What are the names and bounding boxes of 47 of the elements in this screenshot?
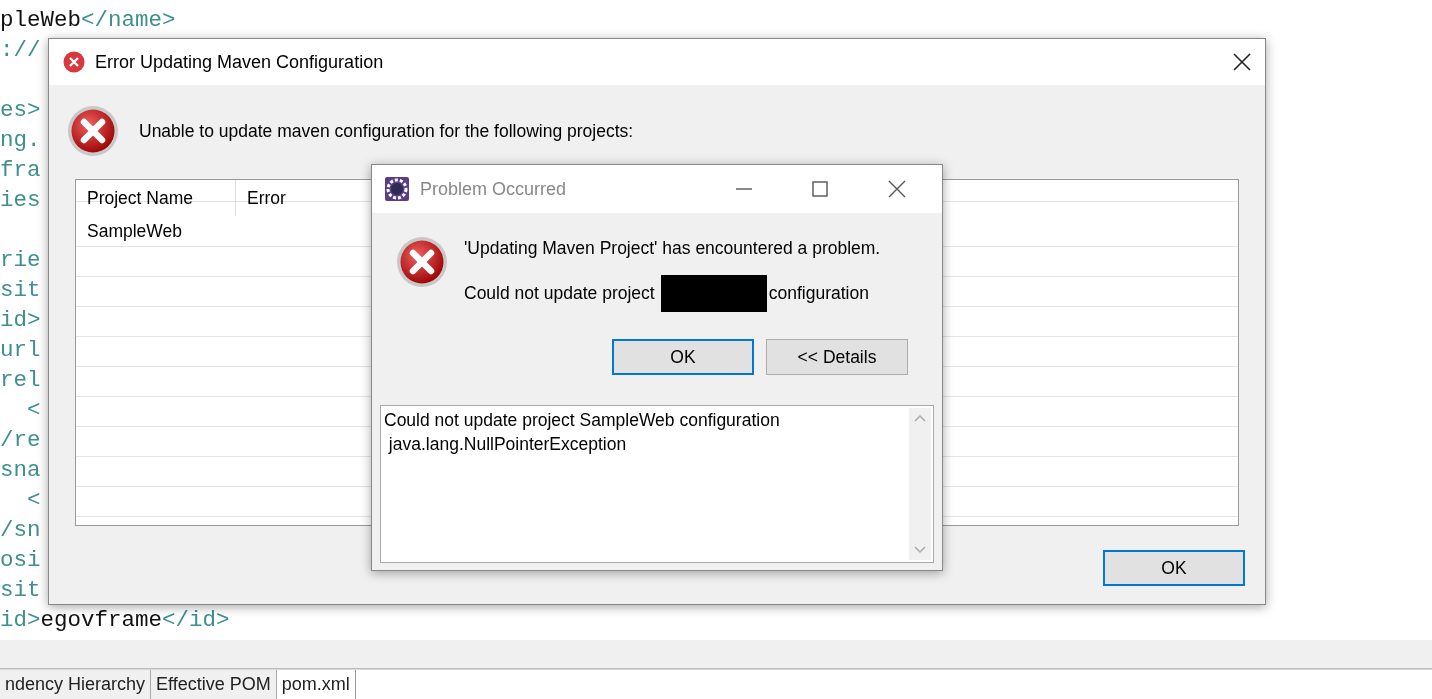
code-tag: url xyxy=(0,335,41,365)
code-tag: </name> xyxy=(81,5,176,35)
code-tag: /sn xyxy=(0,515,41,545)
editor-tab[interactable]: Effective POM xyxy=(151,670,277,699)
code-tag: :// xyxy=(0,35,41,65)
details-line: java.lang.NullPointerException xyxy=(387,433,628,456)
code-tag: id> xyxy=(0,605,41,635)
dialog-title: Error Updating Maven Configuration xyxy=(95,51,385,73)
code-tag: fra xyxy=(0,155,41,185)
editor-tab[interactable]: ndency Hierarchy xyxy=(0,670,152,699)
code-tag: ng. xyxy=(0,125,41,155)
error-icon xyxy=(67,105,119,157)
close-icon[interactable] xyxy=(888,180,906,198)
code-tag: </id> xyxy=(162,605,230,635)
problem-heading: 'Updating Maven Project' has encountered a problem. xyxy=(464,238,881,259)
code-tag: < xyxy=(0,485,41,515)
maximize-icon[interactable] xyxy=(812,181,828,197)
code-tag: rie xyxy=(0,245,41,275)
code-tag: sit xyxy=(0,575,41,605)
scroll-down-icon[interactable] xyxy=(914,546,926,554)
code-tag: rel xyxy=(0,365,41,395)
code-tag: < xyxy=(0,395,41,425)
code-tag: id> xyxy=(0,305,41,335)
error-icon xyxy=(396,236,448,288)
code-tag: es> xyxy=(0,95,41,125)
code-tag: osi xyxy=(0,545,41,575)
code-text: egovframe xyxy=(40,606,163,635)
dialog-title: Problem Occurred xyxy=(420,178,568,200)
problem-detail: Could not update project xyxy=(464,283,655,304)
problem-detail: configuration xyxy=(768,283,869,304)
error-message: Unable to update maven configuration for the following projects: xyxy=(139,120,634,142)
code-tag: sna xyxy=(0,455,41,485)
code-tag: sit xyxy=(0,275,41,305)
column-header: Error xyxy=(246,186,287,210)
table-cell-text: SampleWeb xyxy=(86,220,183,242)
scroll-up-icon[interactable] xyxy=(914,414,926,422)
details-line: Could not update project SampleWeb configuration xyxy=(384,409,781,432)
close-icon[interactable] xyxy=(1233,53,1251,71)
ok-button[interactable]: OK xyxy=(1103,550,1245,586)
column-header: Project Name xyxy=(76,180,236,216)
ok-button[interactable]: OK xyxy=(612,339,754,375)
error-icon xyxy=(63,51,85,73)
code-tag: ies xyxy=(0,185,41,215)
gear-icon xyxy=(384,176,410,202)
details-button[interactable]: << Details xyxy=(766,339,908,375)
code-text: pleWeb xyxy=(0,6,81,35)
code-tag: /re xyxy=(0,425,41,455)
